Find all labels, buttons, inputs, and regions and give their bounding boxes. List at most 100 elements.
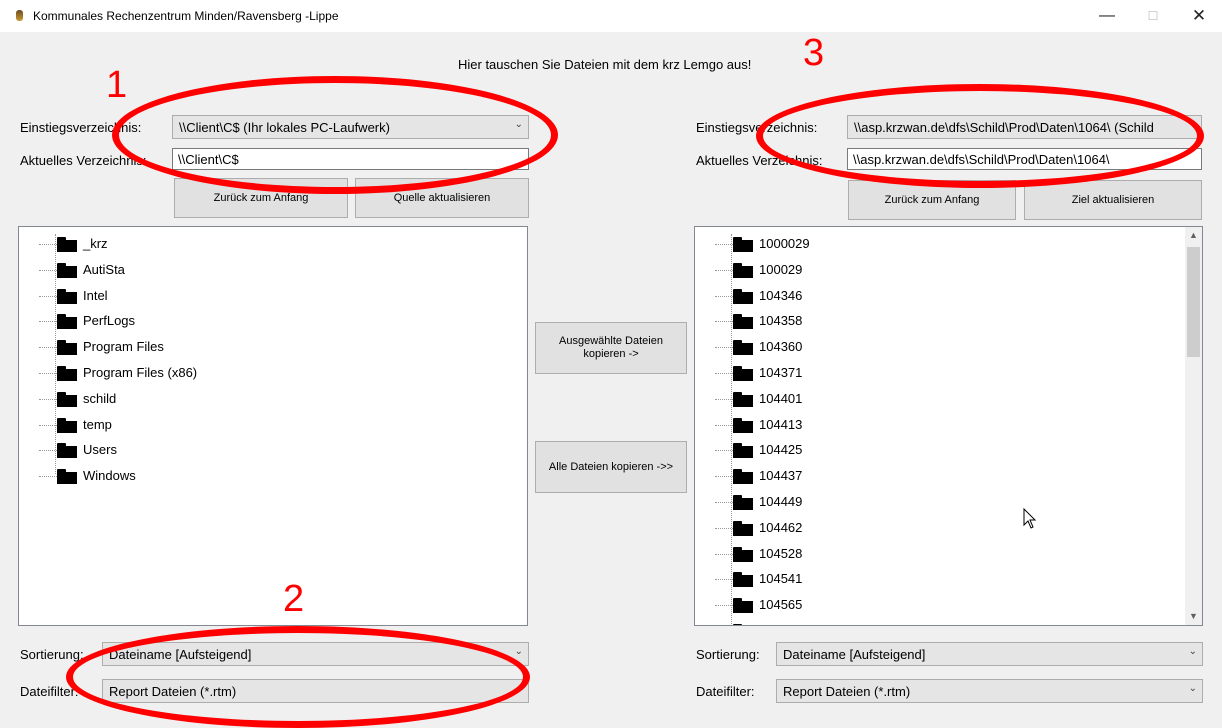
annotation-ellipse-2	[66, 626, 530, 728]
tree-connector	[39, 424, 57, 426]
tree-connector	[39, 295, 57, 297]
tree-item-label: 100029	[759, 261, 803, 277]
folder-icon	[733, 340, 753, 356]
right-filter-select[interactable]: Report Dateien (*.rtm) ⌄	[776, 679, 1203, 703]
folder-icon	[57, 262, 77, 278]
folder-icon	[733, 572, 753, 588]
right-tree-item[interactable]: 100029	[695, 257, 1165, 283]
right-folder-tree[interactable]: ▲ ▼ 1000029 100029 104346 104358 104360 10437…	[694, 226, 1203, 626]
left-tree-item[interactable]: Users	[19, 437, 489, 463]
tree-item-label: 104541	[759, 571, 803, 587]
right-sort-value: Dateiname [Aufsteigend]	[783, 647, 926, 662]
tree-item-label: 104437	[759, 468, 803, 484]
copy-selected-button[interactable]: Ausgewählte Dateien kopieren ->	[535, 322, 687, 374]
scroll-down-icon[interactable]: ▼	[1185, 608, 1202, 625]
tree-item-label: 104462	[759, 519, 803, 535]
tree-connector	[715, 321, 733, 323]
tree-connector	[715, 527, 733, 529]
right-refresh-button[interactable]: Ziel aktualisieren	[1024, 180, 1202, 220]
maximize-button[interactable]: ☐	[1130, 0, 1176, 32]
minimize-button[interactable]: —	[1084, 0, 1130, 32]
tree-item-label: Program Files	[83, 339, 164, 355]
folder-icon	[733, 366, 753, 381]
tree-item-label: 104401	[759, 390, 803, 406]
tree-connector	[715, 424, 733, 426]
right-tree-item[interactable]: 104346	[695, 283, 1165, 309]
left-tree-item[interactable]: Program Files (x86)	[19, 360, 489, 386]
folder-icon	[57, 288, 77, 304]
tree-connector	[39, 269, 57, 271]
folder-icon	[733, 391, 753, 407]
folder-icon	[57, 469, 77, 485]
tree-connector	[715, 502, 733, 503]
right-tree-item[interactable]: 104449	[695, 489, 1165, 515]
tree-connector	[715, 398, 733, 400]
right-tree-item[interactable]: 104462	[695, 515, 1165, 541]
right-tree-item[interactable]: 1000029	[695, 231, 1165, 257]
right-tree-item[interactable]: 104528	[695, 541, 1165, 567]
tree-item-label: schild	[83, 390, 117, 406]
right-filter-value: Report Dateien (*.rtm)	[783, 684, 911, 699]
right-tree-item[interactable]: 104360	[695, 334, 1165, 360]
right-tree-item[interactable]: 104541	[695, 566, 1165, 592]
tree-item-label: Intel	[83, 287, 108, 303]
right-tree-item[interactable]: 104371	[695, 360, 1165, 386]
tree-item-label: Users	[83, 442, 117, 458]
left-tree-item[interactable]: _krz	[19, 231, 489, 257]
tree-connector	[715, 579, 733, 581]
tree-connector	[715, 553, 733, 555]
right-tree-item[interactable]: 104565	[695, 592, 1165, 618]
tree-item-label: AutiSta	[83, 261, 125, 277]
hint-text: Hier tauschen Sie Dateien mit dem krz Le…	[458, 57, 752, 72]
left-tree-item[interactable]: temp	[19, 412, 489, 438]
right-sort-label: Sortierung:	[696, 647, 760, 662]
tree-connector	[715, 244, 733, 245]
tree-connector	[39, 476, 57, 478]
left-tree-item[interactable]: AutiSta	[19, 257, 489, 283]
scroll-up-icon[interactable]: ▲	[1185, 227, 1202, 244]
close-button[interactable]: ✕	[1176, 0, 1222, 32]
folder-icon	[733, 469, 753, 485]
annotation-ellipse-1	[112, 76, 558, 194]
right-filter-label: Dateifilter:	[696, 684, 755, 699]
tree-item-label: 104425	[759, 442, 803, 458]
scroll-thumb[interactable]	[1187, 247, 1200, 357]
tree-item-label: temp	[83, 416, 112, 432]
tree-item-label: Windows	[83, 468, 136, 484]
right-tree-item[interactable]: 104425	[695, 437, 1165, 463]
tree-connector	[715, 269, 733, 271]
right-tree-item[interactable]: 104358	[695, 308, 1165, 334]
tree-item-label: _krz	[83, 236, 108, 251]
tree-connector	[39, 321, 57, 323]
folder-icon	[733, 546, 753, 562]
folder-icon	[733, 237, 753, 252]
right-tree-item[interactable]: 104401	[695, 386, 1165, 412]
folder-icon	[57, 391, 77, 407]
right-tree-item[interactable]: 104413	[695, 412, 1165, 438]
tree-connector	[39, 373, 57, 374]
right-tree-item[interactable]: 104437	[695, 463, 1165, 489]
tree-connector	[39, 450, 57, 452]
right-sort-select[interactable]: Dateiname [Aufsteigend] ⌄	[776, 642, 1203, 666]
left-tree-item[interactable]: schild	[19, 386, 489, 412]
right-tree-item[interactable]: 104577	[695, 618, 1165, 625]
tree-connector	[715, 605, 733, 607]
folder-icon	[57, 417, 77, 433]
folder-icon	[57, 443, 77, 459]
mouse-cursor-icon	[1023, 507, 1037, 533]
left-tree-item[interactable]: Program Files	[19, 334, 489, 360]
annotation-number-3: 3	[803, 32, 825, 74]
folder-icon	[733, 417, 753, 433]
left-tree-item[interactable]: Windows	[19, 463, 489, 489]
window-title: Kommunales Rechenzentrum Minden/Ravensbe…	[33, 9, 339, 23]
left-folder-tree[interactable]: _krz AutiSta Intel PerfLogs Program Files Pro…	[18, 226, 528, 626]
tree-item-label: 104358	[759, 313, 803, 329]
left-sort-label: Sortierung:	[20, 647, 84, 662]
tree-item-label: 104449	[759, 494, 803, 509]
copy-all-button[interactable]: Alle Dateien kopieren ->>	[535, 441, 687, 493]
right-tree-scrollbar[interactable]: ▲ ▼	[1185, 227, 1202, 625]
tree-connector	[715, 295, 733, 297]
left-tree-item[interactable]: PerfLogs	[19, 308, 489, 334]
left-tree-item[interactable]: Intel	[19, 283, 489, 309]
chevron-down-icon: ⌄	[1188, 683, 1197, 694]
